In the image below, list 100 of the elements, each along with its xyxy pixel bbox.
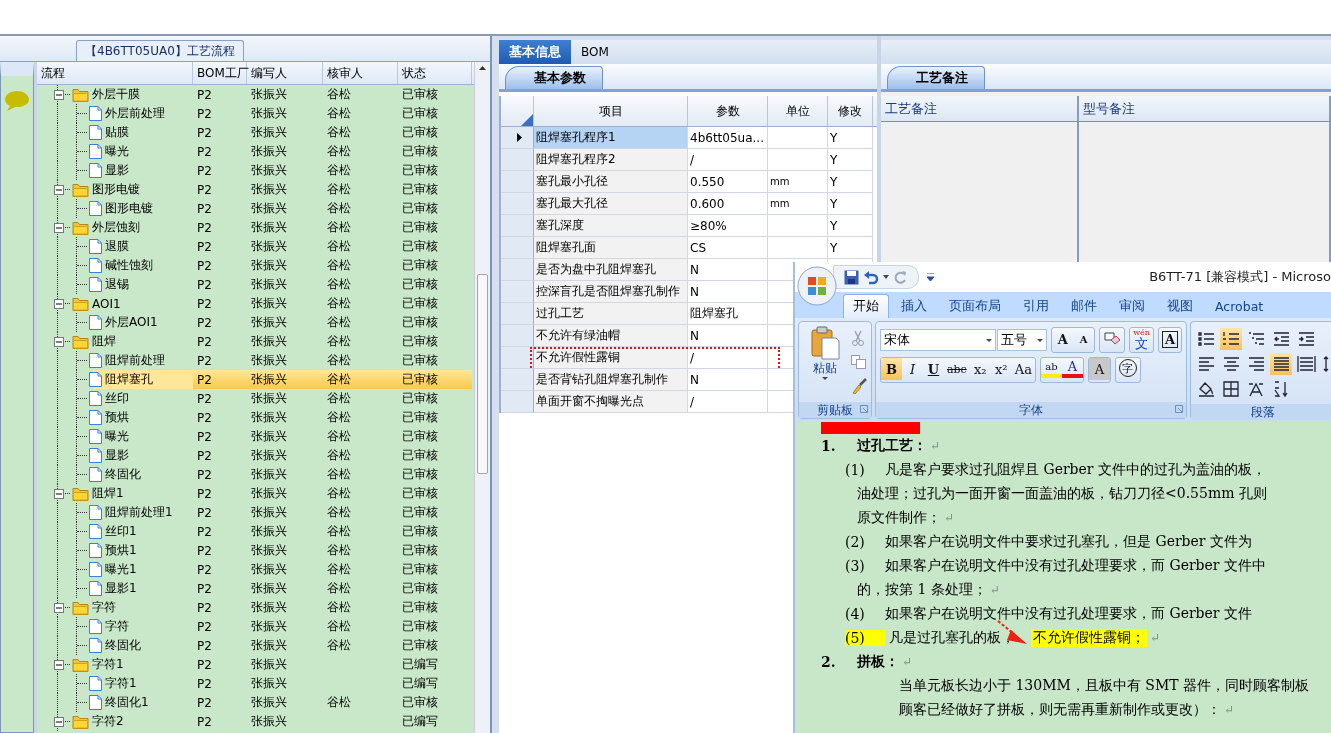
- collapse-icon[interactable]: [54, 488, 64, 499]
- tree-item[interactable]: 丝印: [105, 390, 129, 407]
- ribbon-tab[interactable]: 视图: [1157, 294, 1203, 318]
- tree-item[interactable]: 碱性蚀刻: [105, 257, 153, 274]
- ribbon-tab[interactable]: 开始: [843, 294, 889, 318]
- tree-item[interactable]: 贴膜: [105, 124, 129, 141]
- tree-item[interactable]: 阻焊前处理1: [105, 504, 173, 521]
- column-header[interactable]: 核审人: [323, 62, 398, 84]
- column-header[interactable]: 流程: [37, 62, 193, 84]
- tree-item[interactable]: 曝光1: [105, 561, 137, 578]
- tree-item[interactable]: 显影: [105, 162, 129, 179]
- tab[interactable]: 基本参数: [505, 66, 603, 89]
- tree-item[interactable]: AOI1: [92, 296, 121, 311]
- column-header[interactable]: 状态: [398, 62, 472, 84]
- tree-item[interactable]: 退锡: [105, 276, 129, 293]
- column-header[interactable]: 项目: [534, 96, 688, 126]
- tree-item[interactable]: 终固化: [105, 637, 141, 654]
- tree-item[interactable]: 图形电镀: [105, 200, 153, 217]
- launcher-icon[interactable]: [1175, 405, 1183, 413]
- tree-item[interactable]: 终固化1: [105, 694, 149, 711]
- tree-item[interactable]: 字符: [92, 599, 116, 616]
- column-header[interactable]: BOM工厂: [193, 62, 247, 84]
- tree-item[interactable]: 外层前处理: [105, 105, 165, 122]
- scissors-icon[interactable]: [851, 330, 865, 347]
- highlight-button[interactable]: ab: [1040, 358, 1062, 378]
- tree-item[interactable]: 曝光: [105, 428, 129, 445]
- collapse-icon[interactable]: [54, 602, 64, 613]
- borders-button[interactable]: [1220, 378, 1242, 400]
- vertical-scrollbar[interactable]: [474, 62, 490, 733]
- tree-item[interactable]: 字符: [105, 618, 129, 635]
- justify-button[interactable]: [1270, 353, 1292, 375]
- numbering-button[interactable]: [1220, 328, 1242, 350]
- brush-icon[interactable]: [851, 377, 867, 394]
- table-cell: 已审核: [402, 447, 438, 464]
- shrink-font-button[interactable]: A: [1073, 328, 1095, 350]
- distribute-button[interactable]: [1295, 353, 1317, 375]
- paste-button[interactable]: 粘贴: [803, 326, 847, 398]
- tree-item[interactable]: 字符1: [92, 656, 124, 673]
- tree-item[interactable]: 显影: [105, 447, 129, 464]
- grow-font-button[interactable]: A: [1052, 328, 1074, 350]
- tree-item[interactable]: 阻焊: [92, 333, 116, 350]
- bold-button[interactable]: B: [881, 358, 902, 380]
- font-color-button[interactable]: A: [1061, 358, 1083, 378]
- collapse-icon[interactable]: [54, 184, 64, 195]
- tree-item[interactable]: 曝光: [105, 143, 129, 160]
- tab[interactable]: 基本信息: [499, 40, 571, 64]
- tree-item[interactable]: 预烘: [105, 409, 129, 426]
- tree-item[interactable]: 显影1: [105, 580, 137, 597]
- undo-icon[interactable]: [863, 269, 879, 285]
- collapse-icon[interactable]: [54, 336, 64, 347]
- tree-item[interactable]: 图形电镀: [92, 181, 140, 198]
- ribbon-tab[interactable]: 引用: [1013, 294, 1059, 318]
- collapse-icon[interactable]: [54, 716, 64, 727]
- scrollbar-thumb[interactable]: [477, 274, 488, 474]
- ribbon-tab[interactable]: 页面布局: [939, 294, 1011, 318]
- table-cell: 张振兴: [251, 447, 287, 464]
- underline-button[interactable]: U: [923, 358, 944, 380]
- tree-item[interactable]: 阻焊1: [92, 485, 124, 502]
- dropdown-icon[interactable]: [883, 275, 889, 279]
- subscript-button[interactable]: x₂: [969, 358, 991, 380]
- change-case-button[interactable]: Aa: [1011, 358, 1035, 380]
- table-cell: P2: [197, 296, 212, 311]
- char-shading-button[interactable]: A: [1088, 358, 1110, 380]
- ribbon-tab[interactable]: 邮件: [1061, 294, 1107, 318]
- column-header[interactable]: 单位: [768, 96, 828, 126]
- tree-item[interactable]: 预烘1: [105, 542, 137, 559]
- save-icon[interactable]: [844, 269, 859, 285]
- tree-item[interactable]: 外层干膜: [92, 86, 140, 103]
- superscript-button[interactable]: x²: [990, 358, 1012, 380]
- tree-item[interactable]: 终固化: [105, 466, 141, 483]
- strikethrough-button[interactable]: abc: [944, 358, 970, 380]
- tree-item[interactable]: 退膜: [105, 238, 129, 255]
- collapse-icon[interactable]: [54, 659, 64, 670]
- ribbon-tab[interactable]: 审阅: [1109, 294, 1155, 318]
- ribbon-tab[interactable]: Acrobat: [1205, 294, 1274, 318]
- panel-title: 【4B6TT05UA0】工艺流程: [76, 40, 244, 61]
- increase-indent-icon: [1296, 330, 1316, 348]
- tree-item[interactable]: 外层蚀刻: [92, 219, 140, 236]
- table-cell: 已审核: [402, 561, 438, 578]
- copy-icon[interactable]: [851, 355, 866, 369]
- tree-item[interactable]: 丝印1: [105, 523, 137, 540]
- customize-icon[interactable]: [927, 273, 934, 281]
- column-header[interactable]: 修改: [828, 96, 873, 126]
- collapse-icon[interactable]: [54, 89, 64, 100]
- collapse-icon[interactable]: [54, 222, 64, 233]
- tree-item[interactable]: 外层AOI1: [105, 314, 158, 331]
- tab[interactable]: 工艺备注: [887, 66, 985, 89]
- ribbon-tab[interactable]: 插入: [891, 294, 937, 318]
- tab[interactable]: BOM: [571, 40, 619, 64]
- document-icon: [89, 524, 102, 539]
- font-name-field[interactable]: 宋体: [880, 329, 996, 351]
- tree-item[interactable]: 阻焊前处理: [105, 352, 165, 369]
- font-size-field[interactable]: 五号: [996, 329, 1048, 351]
- italic-button[interactable]: I: [902, 358, 923, 380]
- tree-item[interactable]: 字符2: [92, 713, 124, 730]
- tree-item[interactable]: 字符1: [105, 675, 137, 692]
- collapse-icon[interactable]: [54, 298, 64, 309]
- column-header[interactable]: 参数: [688, 96, 768, 126]
- launcher-icon[interactable]: [860, 405, 868, 413]
- row-header[interactable]: [501, 127, 534, 149]
